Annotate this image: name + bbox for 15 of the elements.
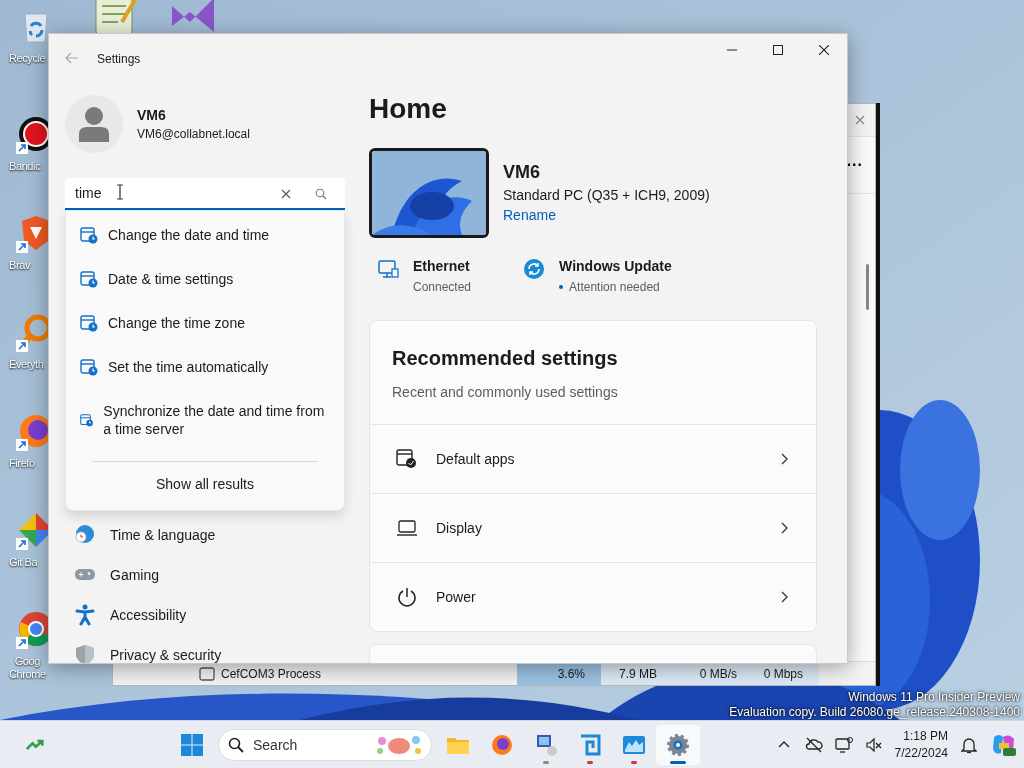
clock[interactable]: 1:18 PM 7/22/2024 bbox=[888, 727, 954, 762]
bell-icon bbox=[961, 735, 977, 754]
taskbar-search[interactable]: Search bbox=[218, 728, 432, 761]
clock-time: 1:18 PM bbox=[902, 727, 948, 745]
monitor-icon bbox=[834, 735, 853, 754]
search-icon bbox=[228, 736, 244, 753]
computer-icon bbox=[534, 732, 558, 757]
gear-icon bbox=[666, 732, 690, 757]
windows-logo-icon bbox=[181, 733, 203, 756]
cloud-off-icon bbox=[804, 735, 823, 754]
chevron-up-icon bbox=[777, 741, 790, 748]
taskbar-app[interactable] bbox=[656, 724, 700, 765]
speaker-muted-icon bbox=[864, 735, 883, 754]
clock-date: 7/22/2024 bbox=[894, 744, 948, 762]
trend-up-icon bbox=[26, 737, 44, 752]
